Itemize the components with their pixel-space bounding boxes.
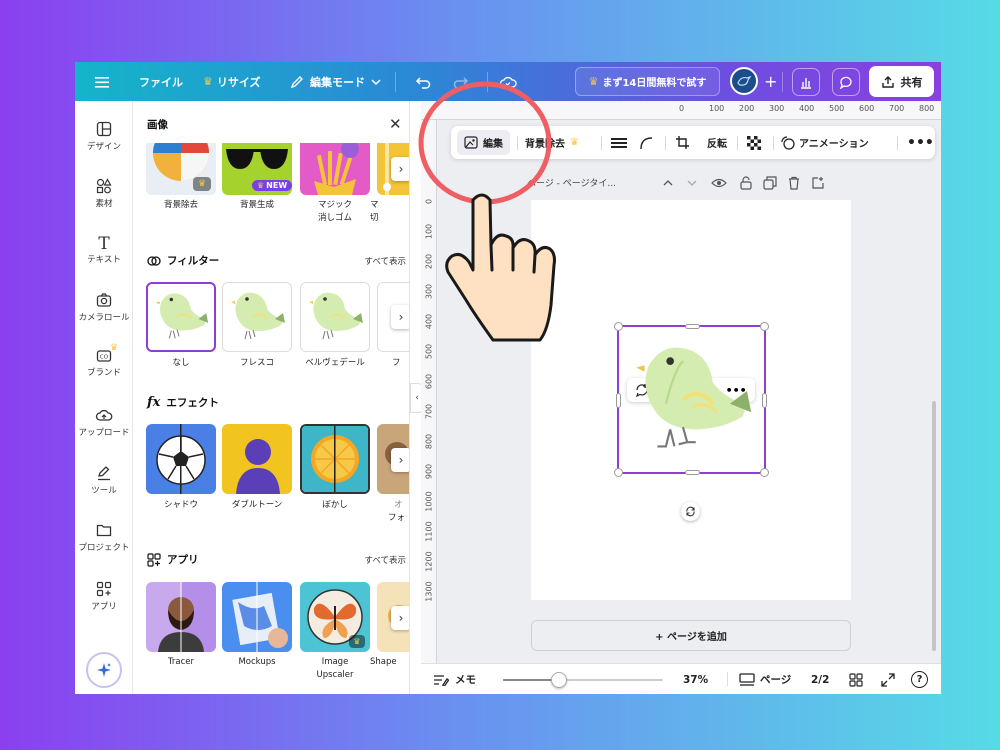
annotation-overlay	[418, 81, 556, 342]
pointing-hand-icon	[445, 193, 556, 342]
highlight-circle	[418, 81, 552, 205]
